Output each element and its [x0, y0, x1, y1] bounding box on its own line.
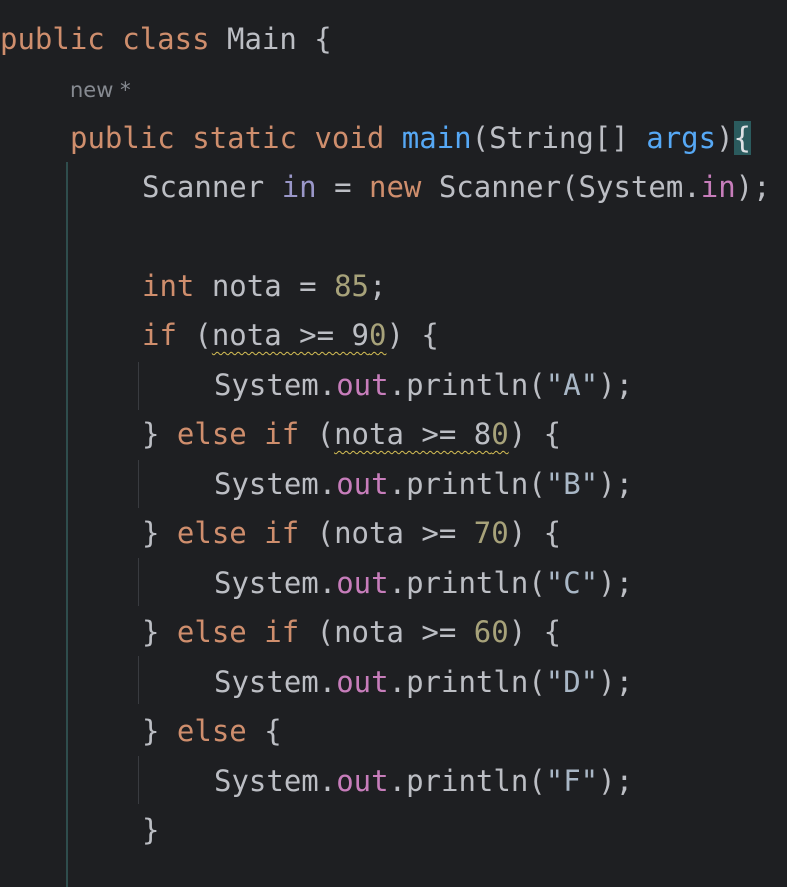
variable-declaration: nota = [194, 269, 335, 303]
brace-close: } [142, 516, 177, 550]
code-line-print-a[interactable]: System.out.println("A"); [214, 360, 633, 410]
code-line-print-d[interactable]: System.out.println("D"); [214, 657, 633, 707]
keyword-else: else [176, 615, 247, 649]
statement-end: ); [598, 368, 634, 402]
keyword-else: else [176, 417, 247, 451]
code-line-main-method[interactable]: public static void main(String[] args){ [70, 113, 752, 163]
field-out: out [336, 368, 389, 402]
method-call: .println( [388, 665, 546, 699]
keyword-if: if [142, 318, 177, 352]
code-line-print-f[interactable]: System.out.println("F"); [214, 756, 633, 806]
paren-close: ) { [508, 417, 562, 451]
keyword-public: public [70, 121, 175, 155]
code-line-print-b[interactable]: System.out.println("B"); [214, 459, 633, 509]
statement-end: ; [369, 269, 387, 303]
paren-open: ( [299, 417, 335, 451]
method-call: .println( [388, 764, 546, 798]
paren-open: ( [176, 318, 212, 352]
string-literal: "C" [545, 566, 599, 600]
indent-guide [138, 756, 139, 804]
condition: (nota >= [299, 516, 474, 550]
constructor-call: Scanner(System. [421, 170, 701, 204]
indent-guide [138, 558, 139, 606]
class-system: System. [214, 566, 337, 600]
number-literal: 0 [368, 318, 387, 352]
paren-close: ) { [508, 516, 562, 550]
class-name: Main { [209, 22, 332, 56]
method-call: .println( [388, 467, 546, 501]
code-line-nota-declaration[interactable]: int nota = 85; [142, 261, 386, 311]
assign-op: = [316, 170, 369, 204]
keyword-public: public [0, 22, 105, 56]
number-literal: 60 [473, 615, 509, 649]
class-system: System. [214, 368, 337, 402]
brace-close: } [142, 813, 160, 847]
keyword-else: else [176, 714, 247, 748]
param-list-close: ) [716, 121, 734, 155]
statement-end: ); [598, 764, 634, 798]
string-literal: "D" [545, 665, 599, 699]
number-literal: 70 [473, 516, 509, 550]
code-line-else-if-60[interactable]: } else if (nota >= 60) { [142, 607, 561, 657]
code-line-else[interactable]: } else { [142, 706, 282, 756]
keyword-if: if [264, 615, 300, 649]
method-call: .println( [388, 566, 546, 600]
brace-close: } [142, 714, 177, 748]
code-vision-hint[interactable]: new * [70, 70, 131, 110]
statement-end: ); [598, 467, 634, 501]
variable-in: in [281, 170, 317, 204]
brace-close: } [142, 615, 177, 649]
class-system: System. [214, 467, 337, 501]
condition: (nota >= [299, 615, 474, 649]
keyword-int: int [142, 269, 195, 303]
code-line-scanner[interactable]: Scanner in = new Scanner(System.in); [142, 162, 771, 212]
keyword-void: void [314, 121, 385, 155]
code-line-close-brace[interactable]: } [142, 805, 159, 855]
keyword-if: if [264, 516, 300, 550]
paren-close: ) { [386, 318, 439, 352]
brace-close: } [142, 417, 177, 451]
indent-guide [138, 656, 139, 704]
matched-brace: { [733, 121, 752, 155]
warning-condition[interactable]: nota >= 8 [334, 417, 491, 451]
field-out: out [336, 764, 389, 798]
code-line-class-declaration[interactable]: public class Main { [0, 14, 332, 64]
field-out: out [336, 467, 389, 501]
string-literal: "B" [545, 467, 599, 501]
code-line-else-if-70[interactable]: } else if (nota >= 70) { [142, 508, 561, 558]
paren-close: ) { [508, 615, 562, 649]
keyword-else: else [176, 516, 247, 550]
keyword-class: class [122, 22, 210, 56]
number-literal: 85 [334, 269, 369, 303]
string-literal: "A" [545, 368, 599, 402]
code-editor[interactable]: public class Main { new * public static … [0, 0, 787, 887]
string-literal: "F" [545, 764, 599, 798]
statement-end: ); [598, 665, 634, 699]
statement-end: ); [598, 566, 634, 600]
keyword-static: static [192, 121, 297, 155]
warning-condition[interactable]: nota >= 9 [212, 318, 369, 352]
field-out: out [336, 665, 389, 699]
method-name: main [401, 121, 472, 155]
method-call: .println( [388, 368, 546, 402]
code-line-print-c[interactable]: System.out.println("C"); [214, 558, 633, 608]
brace-open: { [246, 714, 282, 748]
indent-guide [138, 460, 139, 508]
keyword-new: new [369, 170, 422, 204]
type-name: Scanner [142, 170, 282, 204]
code-line-else-if-80[interactable]: } else if (nota >= 80) { [142, 409, 561, 459]
field-in: in [700, 170, 736, 204]
number-literal: 0 [491, 417, 509, 451]
field-out: out [336, 566, 389, 600]
method-scope-guide [66, 162, 68, 887]
statement-end: ); [735, 170, 771, 204]
keyword-if: if [264, 417, 300, 451]
param-name: args [646, 121, 717, 155]
class-system: System. [214, 665, 337, 699]
param-list-open: (String[] [471, 121, 647, 155]
code-line-if-90[interactable]: if (nota >= 90) { [142, 310, 439, 360]
indent-guide [138, 362, 139, 410]
class-system: System. [214, 764, 337, 798]
